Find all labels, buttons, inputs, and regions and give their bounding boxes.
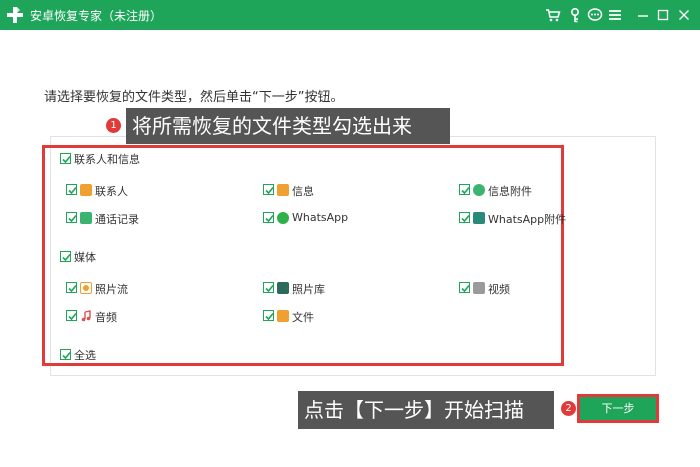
close-icon[interactable]: [675, 6, 693, 24]
audio-icon: [80, 310, 92, 322]
contacts-label: 联系人: [95, 185, 128, 198]
highlight-frame: [42, 145, 564, 366]
step-2-badge: 2: [561, 401, 576, 416]
call-log-label: 通话记录: [95, 213, 139, 226]
photostream-label: 照片流: [95, 283, 128, 296]
whatsapp-label: WhatsApp: [292, 211, 349, 224]
audio-label: 音频: [95, 311, 117, 324]
whatsapp-attachments-checkbox[interactable]: [459, 212, 470, 223]
folder-icon: [277, 310, 289, 322]
video-label: 视频: [488, 283, 510, 296]
minimize-icon[interactable]: [634, 6, 652, 24]
next-button[interactable]: 下一步: [580, 397, 656, 420]
contact-icon: [80, 184, 92, 196]
photo-library-checkbox[interactable]: [263, 282, 274, 293]
chat-icon[interactable]: [586, 6, 604, 24]
select-all-label: 全选: [74, 349, 96, 362]
video-icon: [473, 282, 485, 294]
photostream-icon: [80, 282, 92, 294]
attachment-icon: [473, 184, 485, 196]
phone-icon: [80, 212, 92, 224]
messages-label: 信息: [292, 185, 314, 198]
step-1-callout: 将所需恢复的文件类型勾选出来: [126, 108, 450, 144]
message-attachments-label: 信息附件: [488, 185, 532, 198]
photo-library-icon: [277, 282, 289, 294]
whatsapp-attachment-icon: [473, 212, 485, 224]
menu-icon[interactable]: [606, 6, 624, 24]
message-attachments-checkbox[interactable]: [459, 184, 470, 195]
video-checkbox[interactable]: [459, 282, 470, 293]
group-media-checkbox[interactable]: [60, 251, 71, 262]
whatsapp-attachments-label: WhatsApp附件: [488, 213, 567, 226]
documents-label: 文件: [292, 311, 314, 324]
title-bar: 安卓恢复专家（未注册）: [0, 0, 700, 30]
audio-checkbox[interactable]: [66, 310, 77, 321]
whatsapp-icon: [277, 212, 289, 224]
call-log-checkbox[interactable]: [66, 212, 77, 223]
maximize-icon[interactable]: [654, 6, 672, 24]
photostream-checkbox[interactable]: [66, 282, 77, 293]
step-2-callout: 点击【下一步】开始扫描: [298, 391, 554, 429]
select-all-checkbox[interactable]: [60, 349, 71, 360]
photo-library-label: 照片库: [292, 283, 325, 296]
app-logo-icon: [7, 7, 23, 23]
group-contacts-label: 联系人和信息: [74, 153, 140, 166]
message-icon: [277, 184, 289, 196]
cart-icon[interactable]: [544, 6, 562, 24]
messages-checkbox[interactable]: [263, 184, 274, 195]
group-media-label: 媒体: [74, 251, 96, 264]
step-1-badge: 1: [106, 118, 121, 133]
instruction-text: 请选择要恢复的文件类型，然后单击“下一步”按钮。: [44, 90, 344, 105]
whatsapp-checkbox[interactable]: [263, 212, 274, 223]
window-title: 安卓恢复专家（未注册）: [30, 9, 163, 23]
key-icon[interactable]: [566, 6, 584, 24]
contacts-checkbox[interactable]: [66, 184, 77, 195]
group-contacts-checkbox[interactable]: [60, 153, 71, 164]
documents-checkbox[interactable]: [263, 310, 274, 321]
